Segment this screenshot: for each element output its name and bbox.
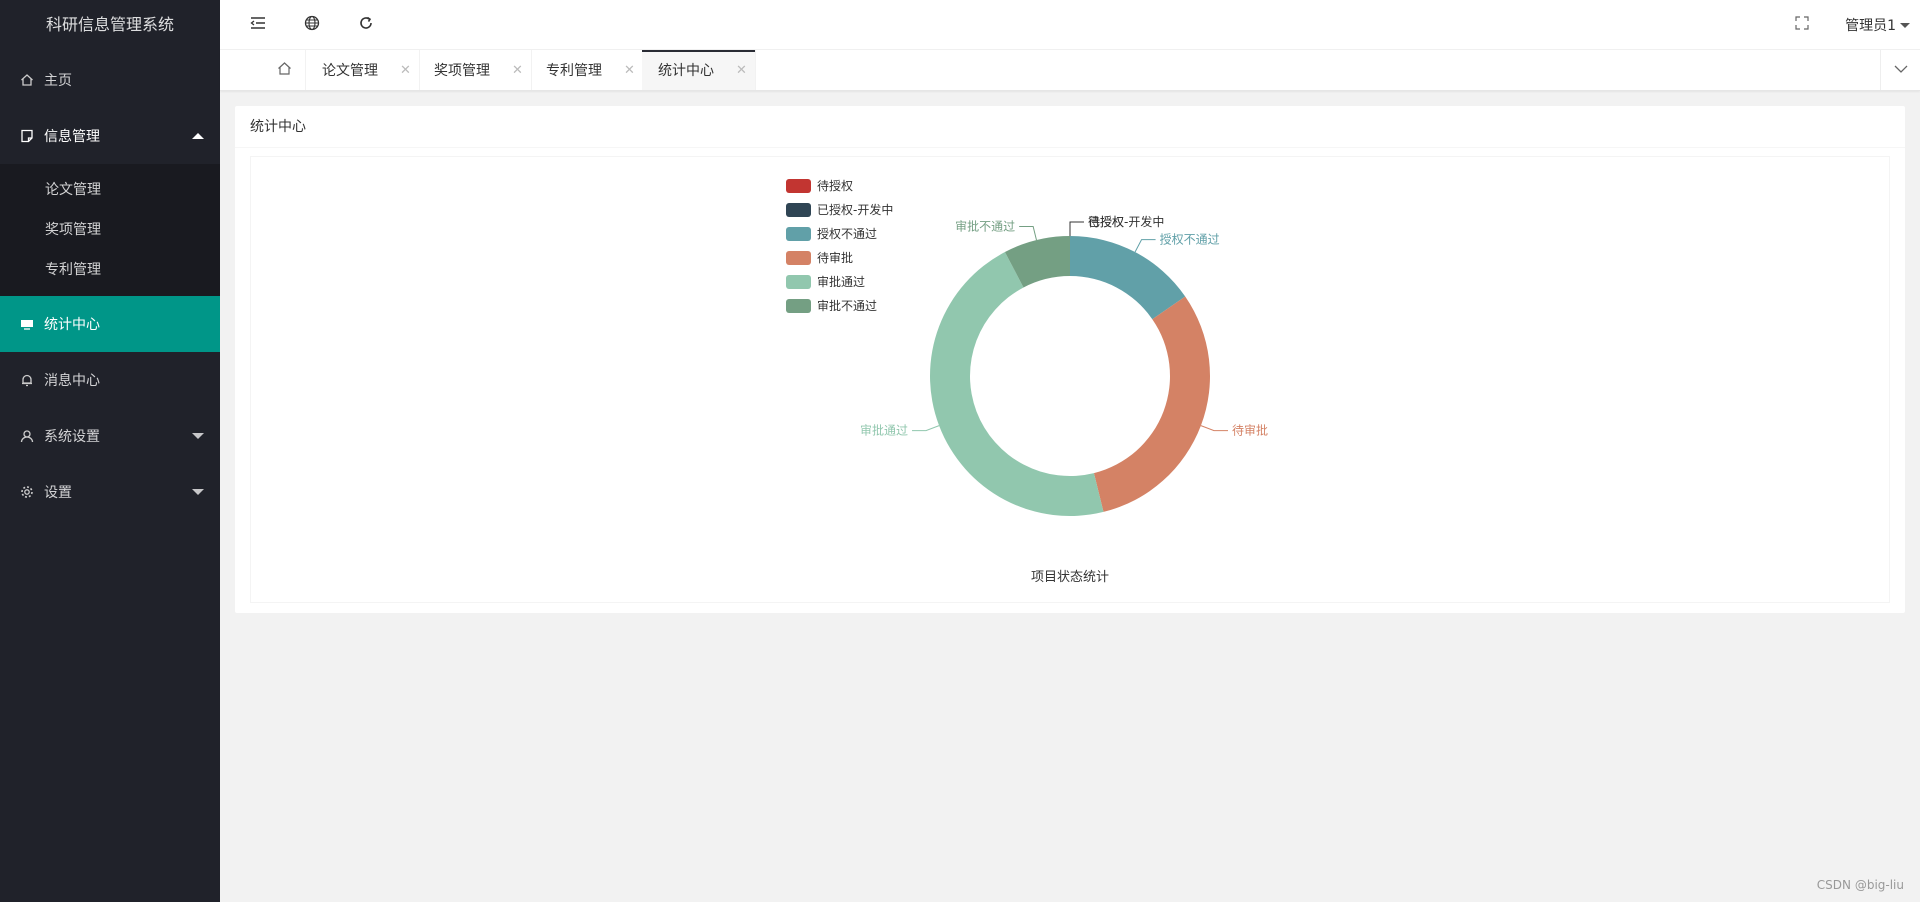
sidebar-item-home[interactable]: 主页 xyxy=(0,52,220,108)
tab-label: 专利管理 xyxy=(546,63,602,79)
fullscreen-icon xyxy=(1795,16,1809,34)
submenu-info-management: 论文管理 奖项管理 专利管理 xyxy=(0,164,220,296)
tab-patents[interactable]: 专利管理 ✕ xyxy=(530,50,644,90)
legend-label: 待授权 xyxy=(817,178,853,193)
gear-icon xyxy=(20,485,34,499)
tab-statistics[interactable]: 统计中心 ✕ xyxy=(642,50,756,90)
chevron-down-icon xyxy=(192,433,204,439)
refresh-icon xyxy=(358,15,374,35)
sidebar-item-messages[interactable]: 消息中心 xyxy=(0,352,220,408)
pie-slice xyxy=(930,252,1104,516)
globe-icon xyxy=(304,15,320,35)
donut-chart: 待授权已授权-开发中授权不通过待审批审批通过审批不通过待授权已授权-开发中授权不… xyxy=(786,178,1268,585)
home-icon xyxy=(20,73,34,87)
tab-label: 论文管理 xyxy=(322,63,378,79)
tab-label: 奖项管理 xyxy=(434,63,490,79)
tabs-more-button[interactable] xyxy=(1880,50,1920,90)
card-title: 统计中心 xyxy=(235,106,1905,148)
language-button[interactable] xyxy=(284,0,340,50)
watermark: CSDN @big-liu xyxy=(1816,878,1904,892)
sidebar-item-info-management[interactable]: 信息管理 xyxy=(0,108,220,164)
sidebar-item-settings[interactable]: 设置 xyxy=(0,464,220,520)
legend-swatch xyxy=(786,275,811,289)
caret-down-icon xyxy=(1900,22,1910,28)
statistics-card: 统计中心 待授权 已授权-开发中 授权不通过 待审批 审批通过 审批不通过 待授权 已授权-开… xyxy=(235,106,1905,613)
app-title: 科研信息管理系统 xyxy=(0,0,220,50)
refresh-button[interactable] xyxy=(338,0,394,50)
user-icon xyxy=(20,429,34,443)
tab-papers[interactable]: 论文管理 ✕ xyxy=(306,50,420,90)
menu-fold-button[interactable] xyxy=(230,0,286,50)
legend-label: 审批通过 xyxy=(817,274,865,289)
sidebar-item-system-settings[interactable]: 系统设置 xyxy=(0,408,220,464)
slice-label: 已授权-开发中 xyxy=(1088,214,1164,229)
label-line xyxy=(912,425,940,432)
legend-label: 审批不通过 xyxy=(817,298,877,313)
note-icon xyxy=(20,129,34,143)
chevron-down-icon xyxy=(1894,62,1908,78)
close-icon[interactable]: ✕ xyxy=(512,63,523,78)
sidebar-item-label: 设置 xyxy=(44,485,72,501)
legend-label: 已授权-开发中 xyxy=(817,202,893,217)
close-icon[interactable]: ✕ xyxy=(624,63,635,78)
slice-label: 审批通过 xyxy=(860,423,908,438)
close-icon[interactable]: ✕ xyxy=(400,63,411,78)
slice-label: 审批不通过 xyxy=(955,218,1015,233)
legend-label: 授权不通过 xyxy=(817,226,877,241)
top-header: 管理员1 xyxy=(220,0,1920,50)
slice-label: 待审批 xyxy=(1232,423,1268,438)
chart-icon xyxy=(20,317,34,331)
sidebar-item-label: 统计中心 xyxy=(44,317,100,333)
tab-home[interactable] xyxy=(264,50,306,90)
sidebar-subitem-papers[interactable]: 论文管理 xyxy=(0,170,220,210)
tab-awards[interactable]: 奖项管理 ✕ xyxy=(418,50,532,90)
sidebar: 科研信息管理系统 主页 信息管理 论文管理 奖项管理 专利管理 统计中心 消息中… xyxy=(0,0,220,902)
sidebar-item-label: 信息管理 xyxy=(44,129,100,145)
legend-label: 待审批 xyxy=(817,250,853,265)
pie-slice xyxy=(1070,236,1186,320)
label-line xyxy=(1134,239,1156,253)
tab-bar: 论文管理 ✕ 奖项管理 ✕ 专利管理 ✕ 统计中心 ✕ xyxy=(220,50,1920,91)
user-name: 管理员1 xyxy=(1845,18,1896,34)
label-line xyxy=(1019,225,1037,241)
legend-swatch xyxy=(786,227,811,241)
menu-fold-icon xyxy=(250,16,266,34)
bell-icon xyxy=(20,373,34,387)
slice-label: 授权不通过 xyxy=(1160,232,1220,247)
user-menu[interactable]: 管理员1 xyxy=(1845,0,1910,50)
tab-label: 统计中心 xyxy=(658,63,714,79)
fullscreen-button[interactable] xyxy=(1774,0,1830,50)
legend-swatch xyxy=(786,179,811,193)
sidebar-item-statistics[interactable]: 统计中心 xyxy=(0,296,220,352)
chevron-up-icon xyxy=(192,133,204,139)
legend-swatch xyxy=(786,203,811,217)
sidebar-item-label: 主页 xyxy=(44,73,72,89)
chevron-down-icon xyxy=(192,489,204,495)
label-line xyxy=(1069,221,1084,236)
sidebar-item-label: 系统设置 xyxy=(44,429,100,445)
label-line xyxy=(1069,221,1084,236)
label-line xyxy=(1200,425,1228,432)
legend-swatch xyxy=(786,299,811,313)
pie-slice xyxy=(1093,296,1210,512)
chart-container: 待授权 已授权-开发中 授权不通过 待审批 审批通过 审批不通过 待授权 已授权-开发中 授权不… xyxy=(250,156,1890,603)
home-icon xyxy=(277,61,292,80)
sidebar-item-label: 消息中心 xyxy=(44,373,100,389)
sidebar-subitem-patents[interactable]: 专利管理 xyxy=(0,250,220,290)
close-icon[interactable]: ✕ xyxy=(736,63,747,78)
legend-swatch xyxy=(786,251,811,265)
sidebar-subitem-awards[interactable]: 奖项管理 xyxy=(0,210,220,250)
chart-title: 项目状态统计 xyxy=(1031,570,1109,585)
